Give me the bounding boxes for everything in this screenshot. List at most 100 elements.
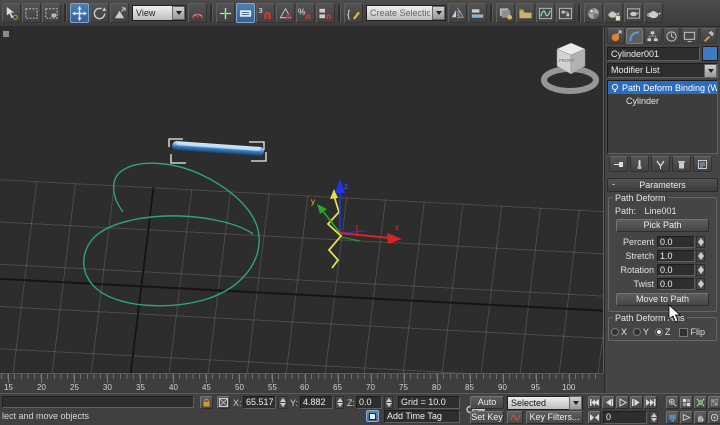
select-and-rotate-icon[interactable]: [90, 3, 109, 23]
spinner-snap-toggle-icon[interactable]: [316, 3, 335, 23]
set-key-filters-curve-icon[interactable]: [507, 411, 523, 424]
edit-named-selection-sets-icon[interactable]: {: [344, 3, 363, 23]
object-color-swatch[interactable]: [702, 46, 718, 61]
modifier-list-dropdown[interactable]: Modifier List: [607, 63, 718, 78]
named-selection-sets-dropdown[interactable]: Create Selection Se: [366, 5, 446, 21]
use-pivot-point-center-icon[interactable]: [188, 3, 207, 23]
cylinder-object[interactable]: [172, 141, 264, 156]
percent-field[interactable]: 0.0: [657, 236, 695, 248]
path-spline-line001[interactable]: [84, 163, 259, 306]
lightbulb-icon[interactable]: [610, 83, 620, 93]
window-crossing-toggle-icon[interactable]: [42, 3, 61, 23]
select-and-manipulate-icon[interactable]: [216, 3, 235, 23]
axis-z-radio[interactable]: [655, 328, 663, 336]
y-coord-field[interactable]: 4.882: [300, 396, 333, 409]
axis-x-radio[interactable]: [611, 328, 619, 336]
selection-lock-icon[interactable]: [200, 396, 213, 409]
set-key-button[interactable]: Set Key: [470, 411, 504, 424]
layer-manager-icon[interactable]: [496, 3, 515, 23]
tab-display[interactable]: [681, 28, 699, 44]
time-configuration-icon[interactable]: [666, 411, 679, 424]
chevron-down-icon[interactable]: [172, 6, 185, 20]
mirror-icon[interactable]: [448, 3, 467, 23]
render-production-icon[interactable]: [644, 3, 663, 23]
pin-stack-icon[interactable]: [609, 156, 628, 172]
transform-typein-toggle-icon[interactable]: [217, 396, 230, 409]
select-and-move-icon[interactable]: [70, 3, 89, 23]
pick-path-button[interactable]: Pick Path: [616, 219, 709, 232]
select-and-uniform-scale-icon[interactable]: [110, 3, 129, 23]
perspective-viewport[interactable]: z y x FRONT: [0, 27, 604, 373]
x-coord-field[interactable]: 65.517: [243, 396, 276, 409]
stack-item-cylinder[interactable]: Cylinder: [608, 94, 717, 107]
zoom-extents-icon[interactable]: [694, 396, 707, 409]
tab-create[interactable]: [607, 28, 625, 44]
configure-modifier-sets-icon[interactable]: [693, 156, 712, 172]
x-coord-spinner[interactable]: [278, 396, 287, 409]
chevron-down-icon[interactable]: [569, 396, 582, 410]
percent-snap-toggle-icon[interactable]: %: [296, 3, 315, 23]
stretch-spinner[interactable]: [696, 250, 705, 262]
rectangular-selection-region-icon[interactable]: [22, 3, 41, 23]
play-button[interactable]: [616, 396, 629, 409]
next-frame-button[interactable]: [630, 396, 643, 409]
move-to-path-button[interactable]: Move to Path: [616, 293, 709, 306]
tab-hierarchy[interactable]: [644, 28, 662, 44]
key-mode-dropdown[interactable]: Selected: [507, 396, 583, 410]
select-and-link-icon[interactable]: [2, 3, 21, 23]
current-frame-field[interactable]: 0: [603, 411, 647, 424]
orbit-icon[interactable]: [708, 411, 720, 424]
track-bar-field[interactable]: [2, 396, 194, 408]
keyboard-shortcut-override-icon[interactable]: [236, 3, 255, 23]
material-editor-icon[interactable]: [584, 3, 603, 23]
modifier-stack[interactable]: Path Deform Binding (WS Cylinder: [607, 80, 718, 154]
auto-key-button[interactable]: Auto Key: [470, 396, 504, 409]
spinner-down-icon[interactable]: [698, 256, 704, 260]
frame-spinner[interactable]: [649, 411, 658, 424]
align-icon[interactable]: [468, 3, 487, 23]
chevron-down-icon[interactable]: [432, 6, 445, 20]
zoom-icon[interactable]: [666, 396, 679, 409]
rotation-field[interactable]: 0.0: [657, 264, 695, 276]
pan-hand-icon[interactable]: [694, 411, 707, 424]
go-to-end-button[interactable]: [644, 396, 657, 409]
curve-editor-icon[interactable]: [536, 3, 555, 23]
rotation-spinner[interactable]: [696, 264, 705, 276]
remove-modifier-icon[interactable]: [672, 156, 691, 172]
spinner-down-icon[interactable]: [698, 284, 704, 288]
key-filters-button[interactable]: Key Filters...: [526, 411, 583, 424]
transform-gizmo[interactable]: z y x: [311, 179, 402, 268]
render-setup-icon[interactable]: [604, 3, 623, 23]
zoom-extents-all-icon[interactable]: [708, 396, 720, 409]
flip-checkbox[interactable]: [679, 328, 688, 337]
zoom-all-icon[interactable]: [680, 396, 693, 409]
y-coord-spinner[interactable]: [335, 396, 344, 409]
object-name-field[interactable]: Cylinder001: [607, 47, 700, 61]
rendered-frame-window-icon[interactable]: [624, 3, 643, 23]
tab-utilities[interactable]: [700, 28, 718, 44]
reference-coordinate-system-dropdown[interactable]: View: [132, 5, 186, 21]
snaps-toggle-3d-icon[interactable]: 3: [256, 3, 275, 23]
tab-motion[interactable]: [663, 28, 681, 44]
add-time-tag[interactable]: Add Time Tag: [384, 410, 460, 423]
z-coord-spinner[interactable]: [384, 396, 393, 409]
timeline-ruler[interactable]: 15 20 25 30 35 40 45 50 55 60 65 70 75 8…: [0, 373, 603, 393]
absolute-mode-toggle-icon[interactable]: [366, 410, 379, 422]
percent-spinner[interactable]: [696, 236, 705, 248]
rollout-collapse-icon[interactable]: -: [612, 179, 615, 189]
key-mode-toggle-button[interactable]: [588, 411, 601, 424]
field-of-view-icon[interactable]: [680, 411, 693, 424]
schematic-view-icon[interactable]: [556, 3, 575, 23]
spinner-down-icon[interactable]: [698, 242, 704, 246]
spinner-down-icon[interactable]: [698, 270, 704, 274]
z-coord-field[interactable]: 0.0: [356, 396, 382, 409]
parameters-rollout-header[interactable]: - Parameters: [607, 178, 718, 192]
chevron-down-icon[interactable]: [704, 64, 717, 78]
viewcube[interactable]: FRONT: [544, 43, 596, 91]
twist-spinner[interactable]: [696, 278, 705, 290]
go-to-start-button[interactable]: [588, 396, 601, 409]
stack-item-path-deform[interactable]: Path Deform Binding (WS: [608, 81, 717, 94]
twist-field[interactable]: 0.0: [657, 278, 695, 290]
previous-frame-button[interactable]: [602, 396, 615, 409]
make-unique-icon[interactable]: [651, 156, 670, 172]
